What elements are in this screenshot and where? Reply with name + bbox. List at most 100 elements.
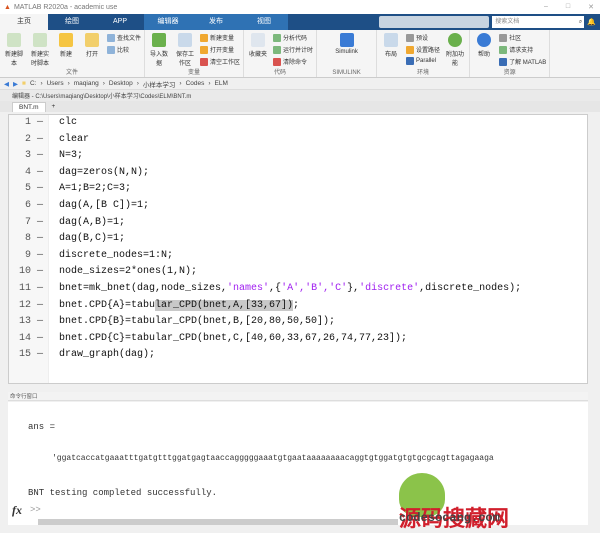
- path-segment[interactable]: Codes: [186, 80, 205, 87]
- close-button[interactable]: ✕: [588, 3, 594, 11]
- bell-icon[interactable]: 🔔: [587, 18, 596, 26]
- breakpoint-marker[interactable]: —: [31, 215, 49, 231]
- line-number: 6: [24, 200, 31, 211]
- breakpoint-marker[interactable]: —: [31, 181, 49, 197]
- parallel-button[interactable]: Parallel: [406, 57, 440, 65]
- code-line[interactable]: 1— clc: [9, 115, 587, 131]
- code-line[interactable]: 10— node_sizes=2*ones(1,N);: [9, 264, 587, 280]
- code-line[interactable]: 8— dag(B,C)=1;: [9, 231, 587, 247]
- group-environment: 布局 预设设置路径 Parallel 附加功能 环境: [377, 30, 471, 77]
- tab-view[interactable]: 视图: [240, 14, 288, 30]
- open-button[interactable]: 打开: [81, 33, 103, 67]
- code-line[interactable]: 3— N=3;: [9, 148, 587, 164]
- group-file: 新建脚本 新建实时脚本 新建 打开 查找文件 比较 文件: [0, 30, 146, 77]
- tab-home[interactable]: 主页: [0, 14, 48, 30]
- new-live-script-button[interactable]: 新建实时脚本: [29, 33, 51, 67]
- breakpoint-marker[interactable]: —: [31, 231, 49, 247]
- tab-bnt-m[interactable]: BNT.m: [12, 102, 46, 112]
- community-button[interactable]: 社区: [499, 33, 546, 42]
- breakpoint-marker[interactable]: —: [31, 331, 49, 347]
- new-script-button[interactable]: 新建脚本: [3, 33, 25, 67]
- tab-publish[interactable]: 发布: [192, 14, 240, 30]
- search-input[interactable]: 搜索文档 ⌕: [492, 16, 585, 28]
- ribbon-tabs: 主页 绘图 APP 编辑器 发布 视图 搜索文档 ⌕ 🔔: [0, 14, 600, 30]
- simulink-button[interactable]: Simulink: [335, 33, 358, 67]
- path-segment[interactable]: 小样本学习: [143, 79, 176, 89]
- breakpoint-marker[interactable]: —: [31, 115, 49, 131]
- code-line[interactable]: 7— dag(A,B)=1;: [9, 215, 587, 231]
- new-button[interactable]: 新建: [55, 33, 77, 67]
- addons-button[interactable]: 附加功能: [444, 33, 466, 67]
- watermark-en: codesocang.com: [399, 511, 500, 525]
- code-line[interactable]: 6— dag(A,[B C])=1;: [9, 198, 587, 214]
- code-line[interactable]: 13— bnet.CPD{B}=tabular_CPD(bnet,B,[20,80…: [9, 314, 587, 330]
- fx-icon[interactable]: fx: [12, 503, 22, 518]
- open-variable-button[interactable]: 打开变量: [200, 45, 240, 54]
- new-variable-button[interactable]: 新建变量: [200, 33, 240, 42]
- learn-matlab-button[interactable]: 了解 MATLAB: [499, 57, 546, 66]
- code-text: dag(A,B)=1;: [59, 216, 126, 228]
- group-label: 环境: [417, 70, 430, 76]
- breakpoint-marker[interactable]: —: [31, 314, 49, 330]
- path-segment[interactable]: Desktop: [109, 80, 133, 87]
- code-line[interactable]: 2— clear: [9, 132, 587, 148]
- import-data-button[interactable]: 导入数据: [148, 33, 170, 67]
- breakpoint-marker[interactable]: —: [31, 198, 49, 214]
- maximize-button[interactable]: □: [566, 3, 570, 11]
- path-segment[interactable]: Users: [47, 80, 64, 87]
- line-number: 7: [24, 216, 31, 228]
- code-line[interactable]: 12— bnet.CPD{A}=tabular_CPD(bnet,A,[33,67…: [9, 298, 587, 314]
- favorites-button[interactable]: 收藏夹: [247, 33, 269, 67]
- line-number: 11: [18, 283, 31, 294]
- run-and-time-button[interactable]: 运行并计时: [273, 45, 313, 54]
- code-line[interactable]: 9— discrete_nodes=1:N;: [9, 248, 587, 264]
- save-workspace-button[interactable]: 保存工作区: [174, 33, 196, 67]
- forward-icon[interactable]: ▶: [13, 80, 18, 88]
- path-segment[interactable]: maqiang: [74, 80, 99, 87]
- breakpoint-marker[interactable]: —: [31, 281, 49, 297]
- breakpoint-marker[interactable]: —: [31, 347, 49, 363]
- breakpoint-marker[interactable]: —: [31, 165, 49, 181]
- code-text: discrete_nodes=1:N;: [59, 249, 174, 261]
- line-number: 4: [24, 166, 31, 178]
- clear-workspace-button[interactable]: 清空工作区: [200, 57, 240, 66]
- tab-editor[interactable]: 编辑器: [144, 14, 192, 30]
- quick-access-toolbar[interactable]: [379, 16, 490, 28]
- clear-commands-button[interactable]: 清除命令: [273, 57, 313, 66]
- code-editor[interactable]: 1— clc 2— clear 3— N=3; 4— dag=zeros(N,N); 5— A=1…: [8, 114, 588, 384]
- code-line[interactable]: 14— bnet.CPD{C}=tabular_CPD(bnet,C,[40,60…: [9, 331, 587, 347]
- back-icon[interactable]: ◀: [4, 80, 9, 88]
- code-text: clear: [59, 133, 90, 145]
- line-number: 15: [18, 349, 31, 361]
- compare-button[interactable]: 比较: [107, 45, 141, 54]
- command-prompt[interactable]: >>: [30, 505, 41, 515]
- breakpoint-marker[interactable]: —: [31, 148, 49, 164]
- folder-icon: ■: [22, 80, 26, 87]
- analyze-code-button[interactable]: 分析代码: [273, 33, 313, 42]
- breakpoint-marker[interactable]: —: [31, 132, 49, 148]
- breakpoint-marker[interactable]: —: [31, 248, 49, 264]
- code-text: dag(A,[B C])=1;: [59, 200, 150, 211]
- minimize-button[interactable]: –: [544, 3, 548, 11]
- horizontal-scrollbar[interactable]: [38, 519, 398, 525]
- layout-button[interactable]: 布局: [380, 33, 402, 67]
- breakpoint-marker[interactable]: —: [31, 264, 49, 280]
- breakpoint-marker[interactable]: —: [31, 298, 49, 314]
- path-segment[interactable]: ELM: [215, 80, 228, 87]
- code-line[interactable]: 11— bnet=mk_bnet(dag,node_sizes,'names',{…: [9, 281, 587, 297]
- path-segment[interactable]: C:: [30, 80, 37, 87]
- code-line[interactable]: 4— dag=zeros(N,N);: [9, 165, 587, 181]
- address-bar[interactable]: ◀ ▶ ■ C: › Users › maqiang › Desktop › 小样本学习…: [0, 78, 600, 90]
- add-tab-button[interactable]: +: [46, 102, 62, 112]
- command-window[interactable]: ans = 'ggatcaccatgaaatttgatgtttggatgagta…: [8, 402, 588, 532]
- set-path-button[interactable]: 设置路径: [406, 45, 440, 54]
- code-line[interactable]: 5— A=1;B=2;C=3;: [9, 181, 587, 197]
- find-files-button[interactable]: 查找文件: [107, 33, 141, 42]
- tab-apps[interactable]: APP: [96, 14, 144, 30]
- code-line[interactable]: 15— draw_graph(dag);: [9, 347, 587, 363]
- preferences-button[interactable]: 预设: [406, 33, 440, 42]
- line-number: 12: [18, 299, 31, 311]
- request-support-button[interactable]: 请求支持: [499, 45, 546, 54]
- help-button[interactable]: 帮助: [473, 33, 495, 67]
- tab-plots[interactable]: 绘图: [48, 14, 96, 30]
